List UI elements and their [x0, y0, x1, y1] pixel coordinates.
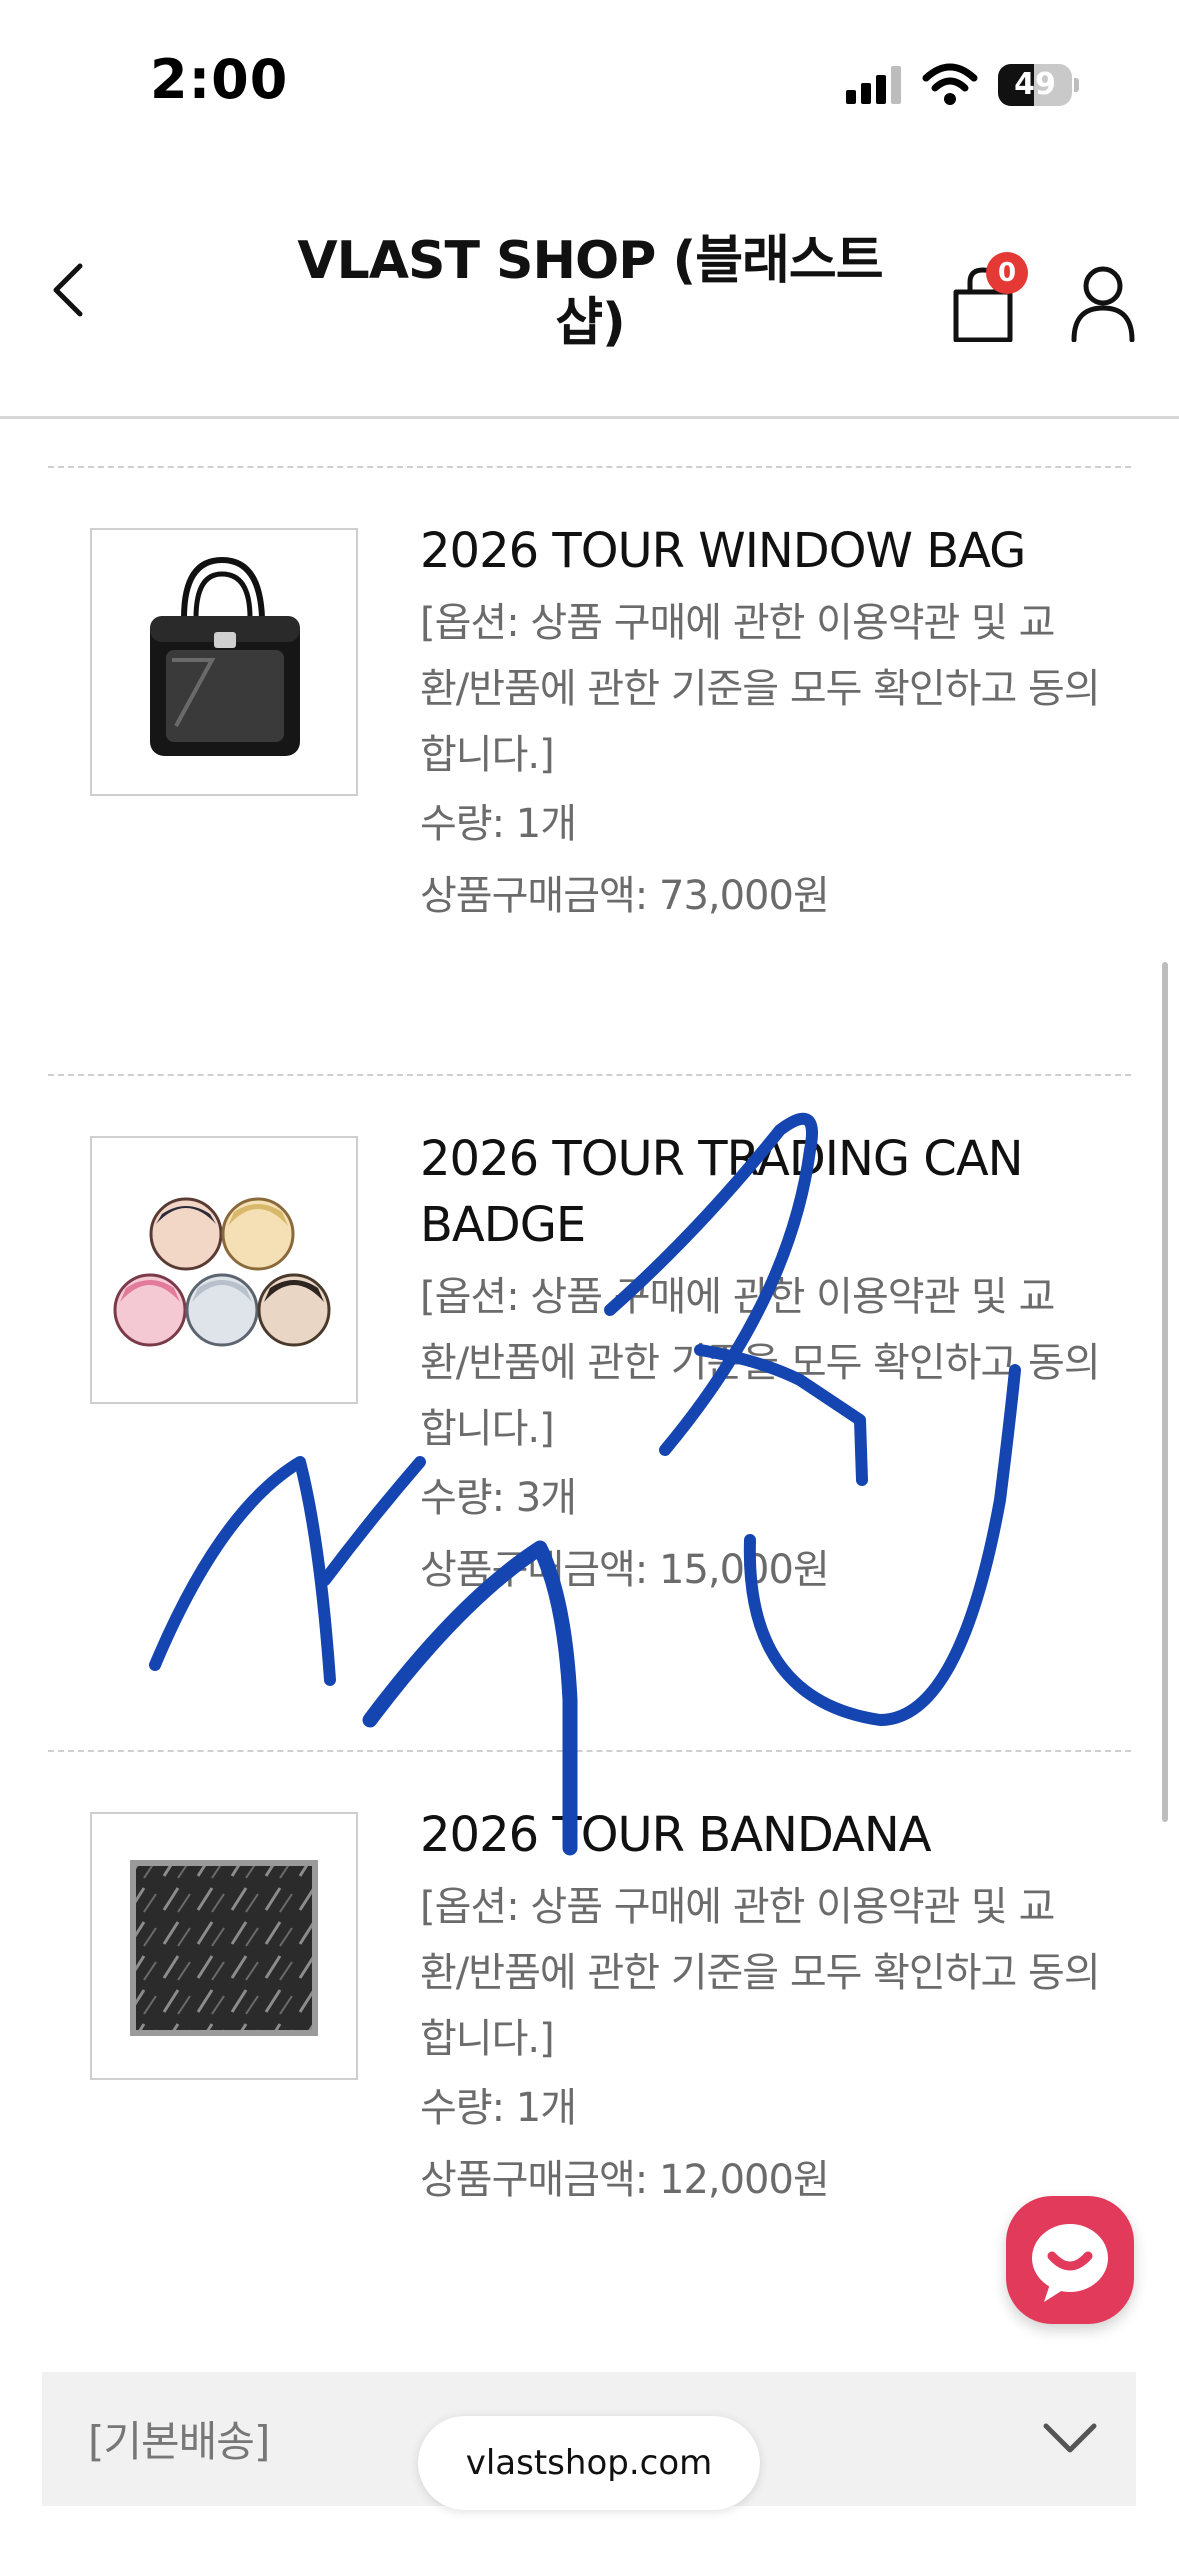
bandana-image	[130, 1860, 318, 2036]
item-info: 2026 TOUR TRADING CAN BADGE [옵션: 상품 구매에 …	[420, 1126, 1101, 1606]
chevron-left-icon	[53, 263, 83, 317]
item-price: 상품구매금액: 73,000원	[420, 873, 830, 919]
divider	[48, 1074, 1131, 1076]
item-info: 2026 TOUR BANDANA [옵션: 상품 구매에 관한 이용약관 및 …	[420, 1802, 1101, 2216]
item-price: 상품구매금액: 12,000원	[420, 2157, 830, 2203]
item-quantity: 수량: 3개	[420, 1475, 577, 1521]
window-bag-image	[150, 556, 300, 756]
shipping-label: [기본배송]	[88, 2417, 270, 2466]
back-button[interactable]	[40, 250, 100, 330]
user-button[interactable]	[1068, 262, 1138, 343]
item-name[interactable]: 2026 TOUR WINDOW BAG	[420, 518, 1100, 584]
item-option: [옵션: 상품 구매에 관한 이용약관 및 교환/반품에 관한 기준을 모두 확…	[420, 1884, 1101, 2062]
battery-level: 49	[1014, 67, 1056, 102]
signal-icon	[846, 66, 901, 104]
page-header: VLAST SHOP (블래스트 샵) 0	[0, 170, 1179, 418]
page-title: VLAST SHOP (블래스트 샵)	[297, 231, 883, 353]
product-thumbnail[interactable]	[90, 528, 358, 796]
item-price: 상품구매금액: 15,000원	[420, 1547, 830, 1593]
user-icon	[1071, 266, 1135, 343]
item-info: 2026 TOUR WINDOW BAG [옵션: 상품 구매에 관한 이용약관…	[420, 518, 1101, 932]
item-name[interactable]: 2026 TOUR TRADING CAN BADGE	[420, 1126, 1100, 1258]
status-time: 2:00	[150, 48, 289, 111]
item-name[interactable]: 2026 TOUR BANDANA	[420, 1802, 1100, 1868]
chevron-down-icon[interactable]	[1042, 2420, 1098, 2456]
cart-button[interactable]: 0	[948, 252, 1028, 342]
wifi-icon	[922, 63, 978, 105]
chat-icon	[1032, 2224, 1108, 2302]
item-quantity: 수량: 1개	[420, 801, 577, 847]
divider	[48, 1750, 1131, 1752]
can-badge-image	[113, 1197, 331, 1347]
product-thumbnail[interactable]	[90, 1812, 358, 2080]
header-divider	[0, 416, 1179, 419]
chat-button[interactable]	[1006, 2196, 1134, 2324]
divider	[48, 466, 1131, 468]
item-option: [옵션: 상품 구매에 관한 이용약관 및 교환/반품에 관한 기준을 모두 확…	[420, 1274, 1101, 1452]
scrollbar[interactable]	[1162, 962, 1168, 1822]
cart-count-badge: 0	[986, 252, 1028, 294]
product-thumbnail[interactable]	[90, 1136, 358, 1404]
url-bar[interactable]: vlastshop.com	[418, 2416, 760, 2510]
battery-indicator: 49	[998, 64, 1079, 108]
battery-body: 49	[998, 64, 1072, 106]
item-option: [옵션: 상품 구매에 관한 이용약관 및 교환/반품에 관한 기준을 모두 확…	[420, 600, 1101, 778]
battery-cap	[1074, 78, 1079, 92]
item-quantity: 수량: 1개	[420, 2085, 577, 2131]
status-bar: 2:00 49	[0, 0, 1179, 170]
